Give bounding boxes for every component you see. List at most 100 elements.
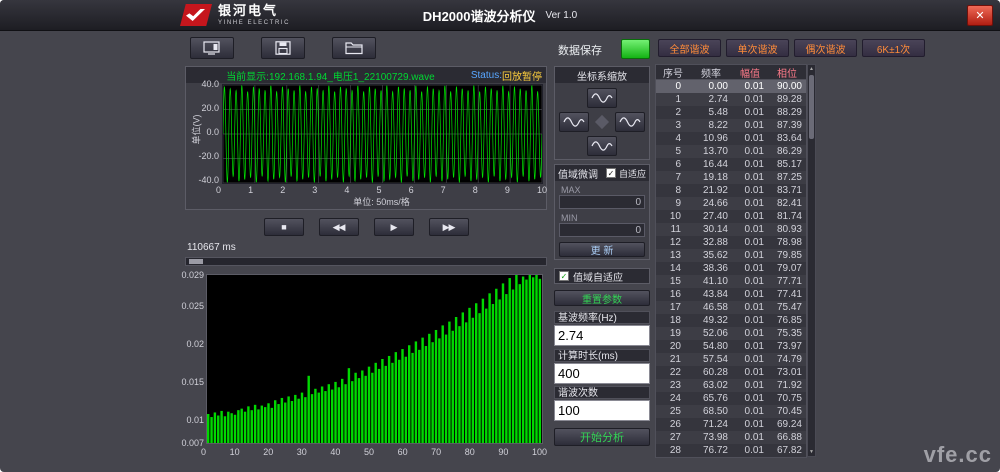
fundamental-freq-input[interactable] bbox=[554, 325, 650, 346]
table-cell: 7 bbox=[656, 171, 690, 184]
table-cell: 52.06 bbox=[690, 327, 732, 340]
slider-handle[interactable] bbox=[189, 259, 203, 264]
close-button[interactable]: ✕ bbox=[967, 5, 993, 26]
scroll-down-icon[interactable]: ▼ bbox=[808, 448, 815, 456]
harmonic-filter-button[interactable]: 单次谐波 bbox=[726, 39, 789, 57]
table-row[interactable]: 1027.400.0181.74 bbox=[656, 210, 806, 223]
axis-tick-label: 60 bbox=[398, 447, 408, 457]
harmonic-order-input[interactable] bbox=[554, 400, 650, 421]
title-bar: 银河电气 YINHE ELECTRIC DH2000谐波分析仪 Ver 1.0 … bbox=[0, 0, 1000, 31]
table-row[interactable]: 719.180.0187.25 bbox=[656, 171, 806, 184]
harmonic-filter-button[interactable]: 6K±1次 bbox=[862, 39, 925, 57]
table-cell: 83.71 bbox=[768, 184, 806, 197]
column-header-amplitude[interactable]: 幅值 bbox=[732, 65, 768, 79]
table-cell: 26 bbox=[656, 418, 690, 431]
table-cell: 75.47 bbox=[768, 301, 806, 314]
table-row[interactable]: 410.960.0183.64 bbox=[656, 132, 806, 145]
table-row[interactable]: 1232.880.0178.98 bbox=[656, 236, 806, 249]
table-cell: 74.79 bbox=[768, 353, 806, 366]
table-row[interactable]: 2876.720.0167.82 bbox=[656, 444, 806, 457]
data-save-indicator-button[interactable] bbox=[621, 39, 650, 59]
table-cell: 77.71 bbox=[768, 275, 806, 288]
stop-button[interactable]: ■ bbox=[264, 218, 304, 236]
table-row[interactable]: 2260.280.0173.01 bbox=[656, 366, 806, 379]
table-row[interactable]: 616.440.0185.17 bbox=[656, 158, 806, 171]
table-row[interactable]: 38.220.0187.39 bbox=[656, 119, 806, 132]
play-button[interactable]: ▶ bbox=[374, 218, 414, 236]
table-row[interactable]: 2568.500.0170.45 bbox=[656, 405, 806, 418]
table-row[interactable]: 1438.360.0179.07 bbox=[656, 262, 806, 275]
table-row[interactable]: 2773.980.0166.88 bbox=[656, 431, 806, 444]
open-file-button[interactable] bbox=[332, 37, 376, 59]
table-cell: 46.58 bbox=[690, 301, 732, 314]
table-row[interactable]: 00.000.0190.00 bbox=[656, 80, 806, 93]
harmonic-filter-button[interactable]: 偶次谐波 bbox=[794, 39, 857, 57]
brand-block: 银河电气 YINHE ELECTRIC bbox=[218, 4, 290, 26]
calc-duration-input[interactable] bbox=[554, 363, 650, 384]
max-input[interactable] bbox=[559, 195, 645, 209]
table-row[interactable]: 1952.060.0175.35 bbox=[656, 327, 806, 340]
table-row[interactable]: 821.920.0183.71 bbox=[656, 184, 806, 197]
table-row[interactable]: 2157.540.0174.79 bbox=[656, 353, 806, 366]
update-button[interactable]: 更 新 bbox=[559, 242, 645, 257]
scroll-up-icon[interactable]: ▲ bbox=[808, 65, 815, 73]
zoom-down-button[interactable] bbox=[587, 136, 617, 156]
scrollbar-thumb[interactable] bbox=[809, 75, 814, 139]
min-input[interactable] bbox=[559, 223, 645, 237]
axis-tick-label: 90 bbox=[498, 447, 508, 457]
fast-forward-button[interactable]: ▶▶ bbox=[429, 218, 469, 236]
adaptive-label: 自适应 bbox=[619, 167, 646, 180]
table-cell: 90.00 bbox=[768, 80, 806, 93]
table-row[interactable]: 2671.240.0169.24 bbox=[656, 418, 806, 431]
save-button[interactable] bbox=[261, 37, 305, 59]
zoom-right-button[interactable] bbox=[615, 112, 645, 132]
start-analysis-button[interactable]: 开始分析 bbox=[554, 428, 650, 446]
axis-tick-label: 0.029 bbox=[181, 270, 204, 280]
axis-tick-label: 10 bbox=[537, 185, 547, 195]
table-row[interactable]: 513.700.0186.29 bbox=[656, 145, 806, 158]
table-row[interactable]: 1849.320.0176.85 bbox=[656, 314, 806, 327]
table-cell: 13.70 bbox=[690, 145, 732, 158]
max-label: MAX bbox=[561, 185, 581, 195]
table-cell: 19.18 bbox=[690, 171, 732, 184]
table-row[interactable]: 1335.620.0179.85 bbox=[656, 249, 806, 262]
column-header-frequency[interactable]: 频率 bbox=[690, 65, 732, 79]
table-cell: 23 bbox=[656, 379, 690, 392]
axis-tick-label: 20 bbox=[263, 447, 273, 457]
app-window: 银河电气 YINHE ELECTRIC DH2000谐波分析仪 Ver 1.0 … bbox=[0, 0, 1000, 472]
table-row[interactable]: 924.660.0182.41 bbox=[656, 197, 806, 210]
harmonic-table: 序号 频率 幅值 相位 00.000.0190.0012.740.0189.28… bbox=[655, 64, 807, 458]
harmonic-filter-button[interactable]: 全部谐波 bbox=[658, 39, 721, 57]
table-row[interactable]: 2363.020.0171.92 bbox=[656, 379, 806, 392]
range-adjust-header: 值域微调 ✓ 自适应 bbox=[555, 165, 649, 181]
rewind-button[interactable]: ◀◀ bbox=[319, 218, 359, 236]
table-cell: 0.01 bbox=[732, 80, 768, 93]
table-row[interactable]: 2465.760.0170.75 bbox=[656, 392, 806, 405]
table-cell: 0.01 bbox=[732, 288, 768, 301]
table-row[interactable]: 1130.140.0180.93 bbox=[656, 223, 806, 236]
column-header-phase[interactable]: 相位 bbox=[768, 65, 806, 79]
adaptive-checkbox[interactable]: ✓ bbox=[606, 168, 616, 178]
axis-tick-label: 100 bbox=[532, 447, 547, 457]
status-value: 回放暂停 bbox=[502, 68, 542, 83]
spectrum-y-ticks: 0.0290.0250.020.0150.010.007 bbox=[178, 274, 204, 444]
reset-params-button[interactable]: 重置参数 bbox=[554, 290, 650, 306]
value-adaptive-checkbox[interactable]: ✓ bbox=[559, 271, 569, 281]
display-mode-button[interactable] bbox=[190, 37, 234, 59]
zoom-up-button[interactable] bbox=[587, 88, 617, 108]
table-cell: 43.84 bbox=[690, 288, 732, 301]
table-cell: 76.72 bbox=[690, 444, 732, 457]
column-header-index[interactable]: 序号 bbox=[656, 65, 690, 79]
table-cell: 57.54 bbox=[690, 353, 732, 366]
table-scrollbar[interactable]: ▲ ▼ bbox=[807, 64, 816, 457]
table-row[interactable]: 1541.100.0177.71 bbox=[656, 275, 806, 288]
table-row[interactable]: 2054.800.0173.97 bbox=[656, 340, 806, 353]
table-row[interactable]: 1643.840.0177.41 bbox=[656, 288, 806, 301]
table-cell: 10 bbox=[656, 210, 690, 223]
playback-slider[interactable] bbox=[185, 257, 547, 266]
zoom-left-button[interactable] bbox=[559, 112, 589, 132]
table-cell: 82.41 bbox=[768, 197, 806, 210]
table-row[interactable]: 1746.580.0175.47 bbox=[656, 301, 806, 314]
table-row[interactable]: 25.480.0188.29 bbox=[656, 106, 806, 119]
table-row[interactable]: 12.740.0189.28 bbox=[656, 93, 806, 106]
